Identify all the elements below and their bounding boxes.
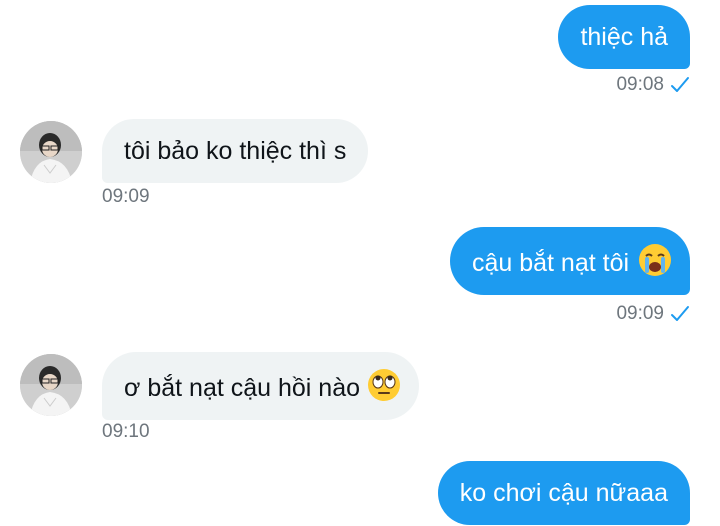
message-meta: 09:09 xyxy=(102,186,150,208)
check-icon xyxy=(671,77,689,92)
contact-avatar[interactable] xyxy=(20,121,82,183)
incoming-message-bubble[interactable]: ơ bắt nạt cậu hồi nào xyxy=(102,352,419,420)
message-thread: thiệc hả 09:08 tôi bảo ko thiệc thì s 09… xyxy=(0,0,720,526)
message-text: thiệc hả xyxy=(580,23,668,51)
eye-roll-face-icon xyxy=(367,369,400,401)
message-text: cậu bắt nạt tôi xyxy=(471,249,630,277)
message-meta: 09:08 xyxy=(616,74,690,96)
outgoing-message-bubble[interactable]: thiệc hả xyxy=(558,5,690,69)
outgoing-message-bubble[interactable]: ko chơi cậu nữaaa xyxy=(437,461,690,525)
message-text: tôi bảo ko thiệc thì s xyxy=(124,137,347,165)
outgoing-message-bubble[interactable]: cậu bắt nạt tôi xyxy=(449,227,690,295)
contact-avatar[interactable] xyxy=(20,354,82,416)
crying-face-icon xyxy=(639,244,671,276)
message-text: ơ bắt nạt cậu hồi nào xyxy=(124,374,361,402)
message-text: ko chơi cậu nữaaa xyxy=(459,479,668,507)
message-timestamp: 09:09 xyxy=(102,186,150,207)
message-timestamp: 09:10 xyxy=(102,421,150,442)
incoming-message-bubble[interactable]: tôi bảo ko thiệc thì s xyxy=(102,119,369,183)
message-timestamp: 09:09 xyxy=(616,303,664,324)
avatar-photo xyxy=(20,121,82,183)
check-icon xyxy=(671,306,689,321)
message-meta: 09:10 xyxy=(102,421,150,443)
avatar-photo xyxy=(20,354,82,416)
message-timestamp: 09:08 xyxy=(616,74,664,95)
message-meta: 09:09 xyxy=(616,303,690,325)
